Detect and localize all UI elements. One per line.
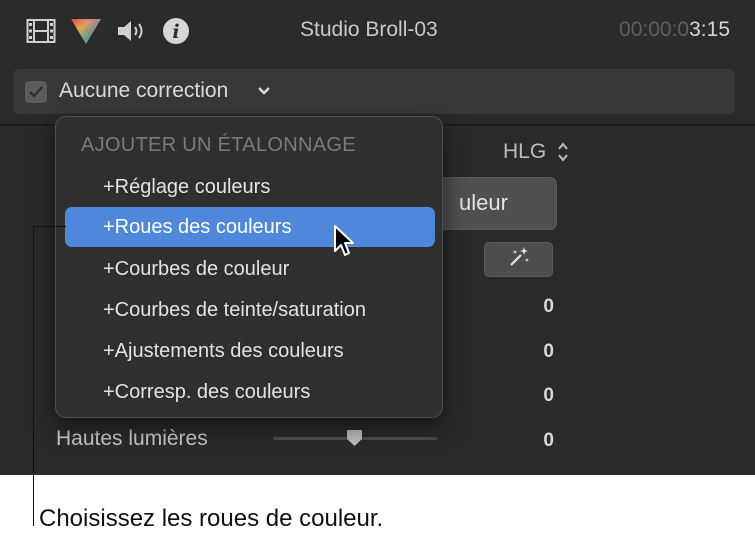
timecode: 00:00:03:15 [619, 18, 730, 42]
menu-header: AJOUTER UN ÉTALONNAGE [81, 134, 356, 156]
add-grading-menu: AJOUTER UN ÉTALONNAGE +Réglage couleurs … [55, 116, 443, 418]
color-triangle-icon[interactable] [70, 14, 102, 48]
correction-bar: Aucune correction [13, 69, 735, 114]
timecode-dim-part: 00:00:0 [619, 18, 690, 41]
value-1: 0 [543, 296, 554, 317]
magic-wand-icon [506, 245, 532, 274]
info-icon[interactable]: i [162, 14, 190, 48]
chevron-down-icon[interactable] [256, 82, 272, 103]
callout-caption: Choisissez les roues de couleur. [39, 505, 384, 532]
correction-checkbox[interactable] [25, 81, 47, 103]
menu-item-courbes-teinte-saturation[interactable]: +Courbes de teinte/saturation [65, 290, 435, 330]
mouse-cursor-icon [333, 224, 359, 265]
menu-item-reglage-couleurs[interactable]: +Réglage couleurs [65, 167, 435, 207]
correction-dropdown[interactable]: Aucune correction [59, 79, 228, 103]
callout-line-horizontal [33, 226, 66, 227]
svg-text:i: i [172, 21, 179, 43]
up-down-arrows-icon[interactable] [556, 141, 570, 168]
menu-item-corresp-des-couleurs[interactable]: +Corresp. des couleurs [65, 372, 435, 412]
clip-title: Studio Broll-03 [300, 18, 438, 41]
magic-wand-button[interactable] [484, 242, 553, 277]
inspector-header: i Studio Broll-03 00:00:03:15 [0, 0, 755, 62]
menu-item-ajustements-des-couleurs[interactable]: +Ajustements des couleurs [65, 331, 435, 371]
hlg-selector[interactable]: HLG [503, 140, 546, 164]
speaker-icon[interactable] [116, 14, 148, 48]
menu-item-roues-des-couleurs[interactable]: +Roues des couleurs [65, 207, 435, 247]
timecode-bright-part: 3:15 [689, 18, 730, 41]
film-icon[interactable] [26, 14, 56, 48]
callout-line-vertical [33, 226, 34, 526]
inspector-panel: i Studio Broll-03 00:00:03:15 Aucune cor… [0, 0, 755, 475]
slider-thumb[interactable] [346, 429, 363, 452]
value-3: 0 [543, 385, 554, 406]
menu-item-courbes-de-couleur[interactable]: +Courbes de couleur [65, 249, 435, 289]
value-highlights: 0 [543, 430, 554, 451]
highlights-label: Hautes lumières [56, 427, 208, 450]
value-2: 0 [543, 341, 554, 362]
